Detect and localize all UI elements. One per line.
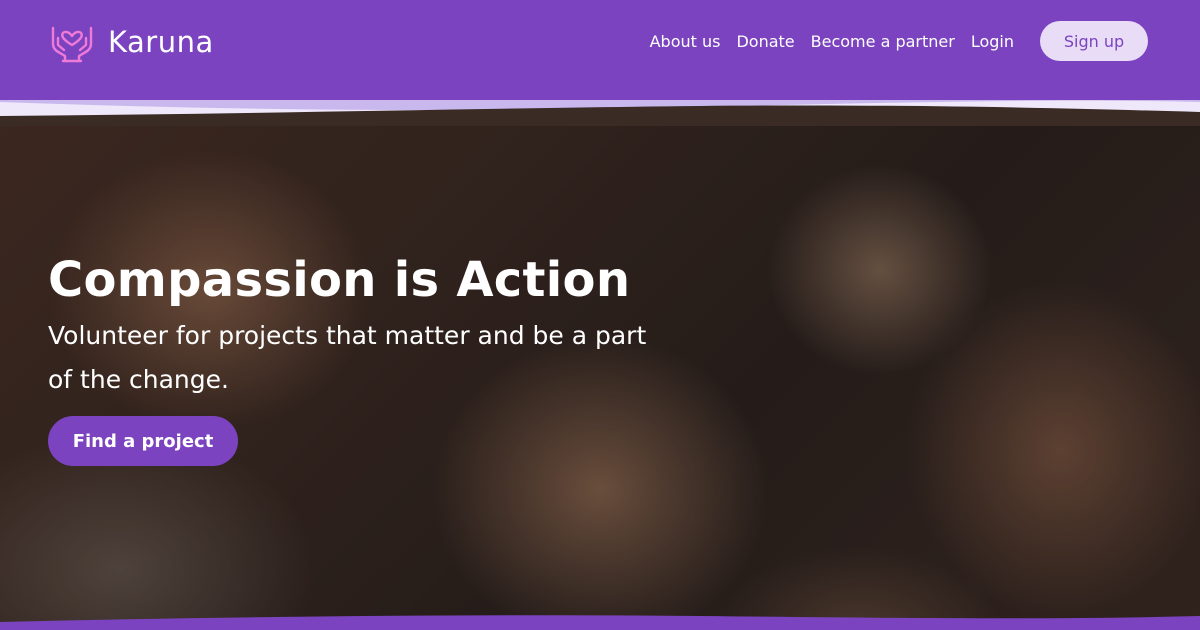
hero-title: Compassion is Action [48,252,631,308]
find-project-button[interactable]: Find a project [48,416,238,466]
footer-wave-divider [0,615,1200,630]
hero-content: Compassion is Action Volunteer for proje… [48,250,688,466]
brand-logo-link[interactable]: Karuna [50,20,214,64]
heart-hands-icon [51,26,93,63]
hero-subtitle: Volunteer for projects that matter and b… [48,321,647,394]
nav-about-us[interactable]: About us [650,32,721,51]
signup-button[interactable]: Sign up [1040,21,1148,61]
hero-section: Compassion is Action Volunteer for proje… [0,110,1200,630]
landing-page: Karuna About us Donate Become a partner … [0,0,1200,630]
nav-become-a-partner[interactable]: Become a partner [811,32,955,51]
nav-donate[interactable]: Donate [736,32,794,51]
nav-login[interactable]: Login [971,32,1014,51]
brand-name: Karuna [108,25,214,59]
main-nav: About us Donate Become a partner Login S… [650,20,1148,62]
site-header: Karuna About us Donate Become a partner … [0,0,1200,100]
